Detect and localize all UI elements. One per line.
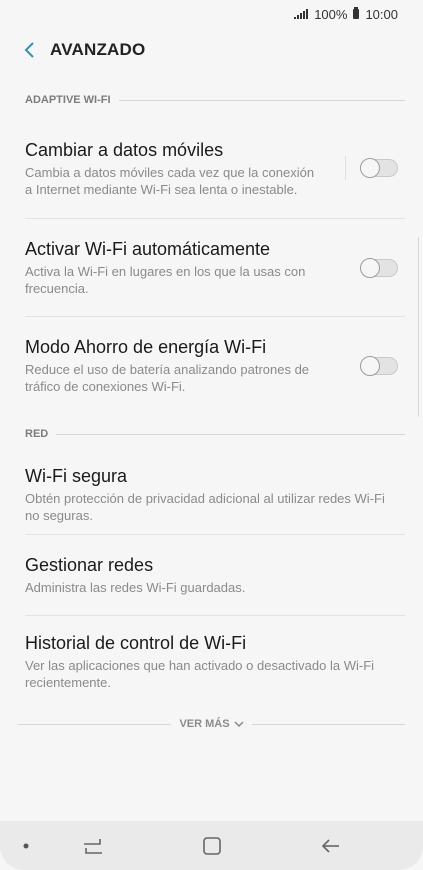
setting-title: Modo Ahorro de energía Wi-Fi	[25, 337, 267, 357]
section-header-red: RED	[0, 414, 423, 454]
see-more-text: VER MÁS	[179, 718, 230, 730]
setting-description: Administra las redes Wi-Fi guardadas.	[25, 580, 246, 595]
battery-icon	[353, 7, 360, 19]
setting-auto-enable-wifi[interactable]: Activar Wi-Fi automáticamente Activa la …	[0, 219, 423, 316]
setting-title: Gestionar redes	[25, 555, 154, 575]
signal-icon	[294, 9, 309, 19]
setting-wifi-power-saving[interactable]: Modo Ahorro de energía Wi-Fi Reduce el u…	[0, 317, 423, 414]
setting-title: Cambiar a datos móviles	[25, 139, 224, 160]
setting-switch-to-mobile-data[interactable]: Cambiar a datos móviles Cambia a datos m…	[0, 118, 423, 218]
vertical-divider	[345, 156, 346, 180]
setting-wifi-control-history[interactable]: Historial de control de Wi-Fi Ver las ap…	[0, 616, 423, 706]
section-divider	[56, 433, 405, 435]
clock: 10:00	[365, 6, 398, 22]
setting-secure-wifi[interactable]: Wi-Fi segura Obtén protección de privaci…	[0, 454, 423, 534]
toggle-auto-enable-wifi[interactable]	[360, 257, 398, 278]
back-arrow-icon[interactable]	[0, 28, 50, 72]
setting-title: Historial de control de Wi-Fi	[25, 632, 247, 653]
battery-percent: 100%	[314, 6, 348, 22]
dot-icon[interactable]	[22, 842, 30, 850]
toggle-switch-to-mobile-data[interactable]	[360, 158, 398, 178]
see-more-line-right	[251, 723, 405, 725]
setting-description: Ver las aplicaciones que han activado o …	[25, 657, 375, 690]
setting-description: Obtén protección de privacidad adicional…	[25, 490, 385, 523]
section-header-adaptive-wifi: ADAPTIVE WI-FI	[0, 82, 423, 118]
setting-description: Reduce el uso de batería analizando patr…	[25, 362, 310, 394]
see-more-label: VER MÁS	[179, 718, 244, 730]
page-title: AVANZADO	[50, 40, 146, 59]
scroll-indicator[interactable]	[418, 237, 421, 417]
setting-title: Activar Wi-Fi automáticamente	[25, 239, 271, 259]
section-label: ADAPTIVE WI-FI	[25, 94, 111, 106]
section-label: RED	[25, 428, 49, 440]
chevron-down-icon	[234, 721, 244, 727]
recent-apps-icon[interactable]	[80, 835, 106, 857]
setting-title: Wi-Fi segura	[25, 465, 128, 486]
status-bar: 100% 10:00	[0, 0, 423, 28]
see-more-button[interactable]: VER MÁS	[0, 706, 423, 742]
see-more-line-left	[18, 723, 172, 725]
home-icon[interactable]	[199, 835, 225, 857]
back-nav-icon[interactable]	[318, 835, 344, 857]
setting-manage-networks[interactable]: Gestionar redes Administra las redes Wi-…	[0, 535, 423, 615]
settings-list: ADAPTIVE WI-FI Cambiar a datos móviles C…	[0, 82, 423, 742]
setting-description: Activa la Wi-Fi en lugares en los que la…	[25, 264, 306, 296]
toggle-wifi-power-saving[interactable]	[360, 355, 398, 376]
section-divider	[118, 99, 405, 101]
navigation-bar	[0, 821, 423, 870]
app-header: AVANZADO	[0, 28, 423, 72]
setting-description: Cambia a datos móviles cada vez que la c…	[25, 164, 315, 197]
